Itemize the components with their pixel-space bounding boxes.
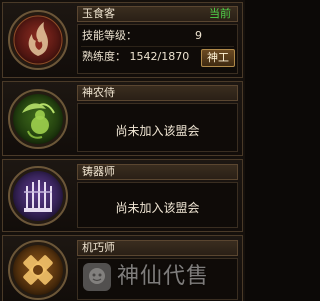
profession-row-3[interactable]: 铸器师 尚未加入该盟会 — [2, 159, 243, 232]
gourd-leaf-emblem-icon — [8, 89, 68, 149]
current-status-badge: 当前 — [209, 7, 231, 20]
master-button[interactable]: 神工 — [201, 49, 235, 67]
profession-panel: 玉食客 当前 技能等级： 9 熟练度： 1542/1870 神工 神农侍 尚未加… — [0, 0, 245, 301]
profession-name: 机巧师 — [82, 241, 115, 254]
watermark-logo-icon — [83, 263, 111, 291]
profession-name: 神农侍 — [82, 86, 115, 99]
profession-row-2[interactable]: 神农侍 尚未加入该盟会 — [2, 81, 243, 156]
skill-level-line: 技能等级： 9 — [82, 29, 202, 43]
divider — [81, 46, 234, 47]
profession-info: 尚未加入该盟会 — [77, 103, 238, 152]
watermark: 神仙代售 — [83, 259, 243, 295]
not-joined-text: 尚未加入该盟会 — [115, 124, 200, 138]
profession-info: 尚未加入该盟会 — [77, 182, 238, 228]
profession-name-bar: 铸器师 — [77, 164, 238, 180]
weapon-rack-emblem-icon — [8, 166, 68, 226]
skill-level-value: 9 — [195, 29, 202, 42]
not-joined-text: 尚未加入该盟会 — [115, 201, 200, 215]
skill-level-label: 技能等级： — [82, 29, 137, 42]
profession-name-bar: 机巧师 — [77, 240, 238, 256]
profession-name: 铸器师 — [82, 165, 115, 178]
profession-row-1[interactable]: 玉食客 当前 技能等级： 9 熟练度： 1542/1870 神工 — [2, 2, 243, 78]
proficiency-label: 熟练度： — [82, 50, 126, 63]
watermark-text: 神仙代售 — [117, 264, 210, 289]
gear-emblem-icon — [8, 240, 68, 300]
profession-name-bar: 玉食客 当前 — [77, 6, 238, 22]
flame-emblem-icon — [8, 10, 68, 70]
profession-name-bar: 神农侍 — [77, 85, 238, 101]
profession-name: 玉食客 — [82, 7, 115, 20]
proficiency-value: 1542/1870 — [129, 50, 190, 63]
proficiency-line: 熟练度： 1542/1870 — [82, 50, 189, 64]
profession-info: 技能等级： 9 熟练度： 1542/1870 神工 — [77, 24, 238, 74]
